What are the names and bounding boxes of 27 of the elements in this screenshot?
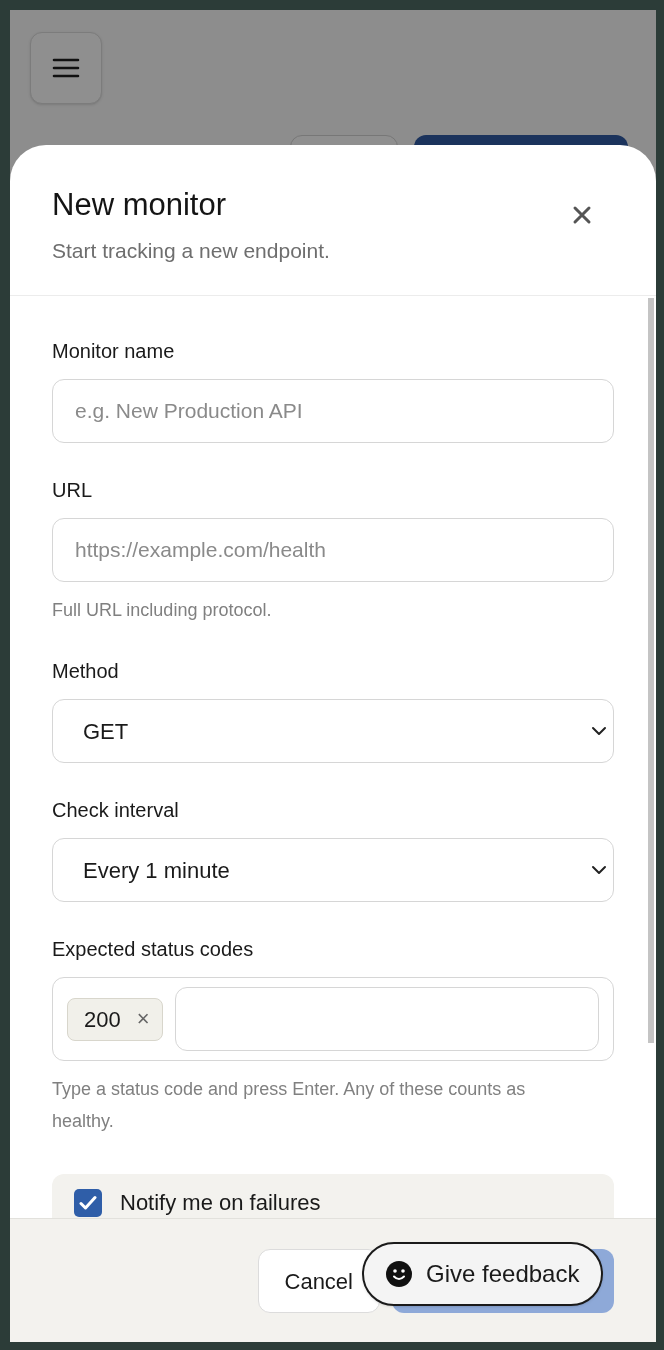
remove-tag-button[interactable]: × [136, 1008, 150, 1030]
dialog-title: New monitor [52, 187, 227, 223]
select-dropdown[interactable]: GET [52, 699, 614, 763]
field-hint: Type a status code and press Enter. Any of these counts as healthy. [52, 1078, 527, 1133]
chevron-down-icon [591, 726, 607, 736]
checkmark-icon [79, 1194, 97, 1211]
smiley-icon [386, 1261, 412, 1287]
tag-text: 200 [84, 1005, 121, 1034]
field-hint: Full URL including protocol. [52, 599, 272, 622]
status-code-input-field[interactable] [174, 987, 599, 1051]
field-label: Monitor name [52, 339, 175, 364]
feedback-toast[interactable]: Give feedback [362, 1242, 604, 1306]
field-label: Expected status codes [52, 937, 254, 962]
field-label: Method [52, 659, 119, 684]
checkbox-label: Notify me on failures [120, 1189, 321, 1217]
notify-checkbox[interactable] [74, 1188, 102, 1217]
text-input-field[interactable]: e.g. New Production API [52, 379, 614, 443]
select-dropdown[interactable]: Every 1 minute [52, 838, 614, 902]
field-label: URL [52, 478, 92, 503]
text-input-field[interactable]: https://example.com/health [52, 518, 614, 582]
close-icon [572, 205, 592, 225]
chevron-down-icon [591, 865, 607, 875]
field-label: Check interval [52, 798, 179, 823]
menu-button[interactable] [30, 32, 102, 104]
cancel-button[interactable]: Cancel [257, 1249, 380, 1313]
dialog-subtitle: Start tracking a new endpoint. [52, 238, 330, 264]
menu-icon [52, 57, 80, 79]
